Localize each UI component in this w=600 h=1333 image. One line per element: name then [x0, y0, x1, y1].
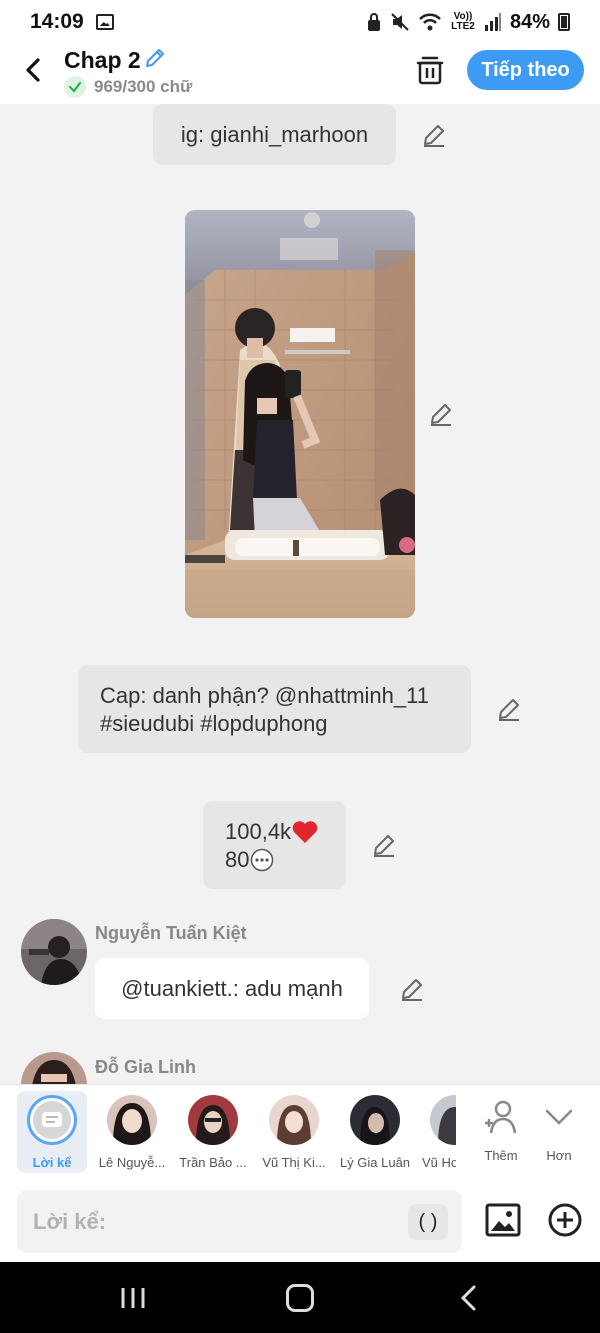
lock-icon: [367, 13, 380, 31]
narrator-selector[interactable]: Lời kể: [17, 1091, 87, 1173]
character-avatar: [269, 1095, 319, 1145]
narrator-avatar: [27, 1095, 77, 1145]
dialogue-bubble[interactable]: @tuankiett.: adu mạnh: [95, 958, 369, 1019]
status-icons: Vo)) LTE2 84%: [366, 11, 570, 34]
heart-icon: [292, 821, 318, 843]
recent-apps-icon[interactable]: [118, 1286, 148, 1310]
character-item[interactable]: Vũ Thị Ki...: [258, 1091, 330, 1170]
character-item[interactable]: Lý Gia Luân: [339, 1091, 411, 1170]
battery-percent: 84%: [509, 10, 550, 33]
character-label: Vũ Thị Ki...: [262, 1155, 326, 1170]
network-label: Vo)) LTE2: [451, 11, 475, 32]
word-count: 969/300 chữ: [94, 77, 193, 96]
character-avatar: [350, 1095, 400, 1145]
character-label: Trần Bảo ...: [179, 1155, 247, 1170]
comments-count: 80: [225, 847, 250, 872]
dialogue-text: @tuankiett.: adu mạnh: [121, 975, 343, 1001]
status-time: 14:09: [30, 10, 84, 33]
mirror-selfie-photo[interactable]: [185, 210, 415, 618]
avatar[interactable]: [21, 919, 87, 985]
pencil-icon[interactable]: [371, 832, 397, 858]
add-character-button[interactable]: Thêm: [476, 1099, 526, 1163]
narration-text: ig: gianhi_marhoon: [180, 121, 369, 147]
character-label: Lý Gia Luân: [339, 1155, 411, 1170]
caption-line: Cap: danh phận? @nhattminh_11: [100, 683, 429, 708]
chat-bubble-icon: [33, 1101, 71, 1139]
speaker-name: Đỗ Gia Linh: [95, 1057, 196, 1077]
pencil-icon[interactable]: [143, 46, 167, 70]
next-button[interactable]: Tiếp theo: [467, 50, 584, 90]
comment-bubble-icon: [251, 848, 274, 872]
editor-header: Chap 2 969/300 chữ Tiếp theo: [0, 44, 600, 104]
narrator-label: Lời kể: [32, 1155, 72, 1170]
back-icon[interactable]: [458, 1284, 480, 1312]
pencil-icon[interactable]: [421, 122, 447, 148]
battery-icon: [558, 13, 570, 31]
character-item[interactable]: Trần Bảo ...: [177, 1091, 249, 1170]
chevron-down-icon: [545, 1109, 573, 1125]
chevron-left-icon[interactable]: [20, 56, 48, 84]
chapter-title: Chap 2: [64, 47, 141, 73]
image-icon[interactable]: [485, 1202, 521, 1238]
narration-bubble-caption[interactable]: Cap: danh phận? @nhattminh_11 #sieudubi …: [78, 665, 471, 753]
wifi-icon: [419, 13, 441, 31]
gallery-notification-icon: [95, 14, 114, 30]
system-nav-bar: [0, 1262, 600, 1333]
speaker-name: Nguyễn Tuấn Kiệt: [95, 923, 247, 943]
composer: ( ): [0, 1180, 600, 1262]
plus-circle-icon[interactable]: [547, 1202, 583, 1238]
check-icon: [64, 76, 86, 98]
mute-icon: [391, 13, 409, 31]
character-label: Lê Nguyễ...: [98, 1155, 166, 1170]
word-count-row: 969/300 chữ: [64, 76, 192, 98]
caption-hashtags: #sieudubi #lopduphong: [100, 711, 328, 736]
trash-icon[interactable]: [415, 54, 445, 86]
home-icon[interactable]: [286, 1284, 314, 1312]
parenthesis-button[interactable]: ( ): [408, 1204, 448, 1240]
narration-bubble-ig[interactable]: ig: gianhi_marhoon: [153, 104, 396, 165]
narration-bubble-stats[interactable]: 100,4k 80: [203, 801, 346, 889]
pencil-icon[interactable]: [496, 696, 522, 722]
status-bar: 14:09 Vo)) LTE2 84%: [0, 0, 600, 44]
narration-input[interactable]: [17, 1190, 462, 1253]
likes-count: 100,4k: [225, 819, 292, 844]
character-item[interactable]: Lê Nguyễ...: [96, 1091, 168, 1170]
more-button[interactable]: Hơn: [534, 1099, 584, 1163]
signal-icon: [484, 13, 501, 31]
add-person-icon: [485, 1100, 517, 1134]
character-avatar: [188, 1095, 238, 1145]
character-avatar: [430, 1095, 456, 1145]
character-picker: Lời kể Lê Nguyễ... Trần Bảo ... Vũ Thị K…: [0, 1084, 600, 1180]
pencil-icon[interactable]: [428, 401, 454, 427]
character-label: Vũ Ho: [422, 1155, 456, 1170]
pencil-icon[interactable]: [399, 976, 425, 1002]
character-avatar: [107, 1095, 157, 1145]
add-character-label: Thêm: [484, 1148, 518, 1163]
character-item[interactable]: Vũ Ho: [416, 1091, 456, 1170]
more-label: Hơn: [546, 1148, 572, 1163]
